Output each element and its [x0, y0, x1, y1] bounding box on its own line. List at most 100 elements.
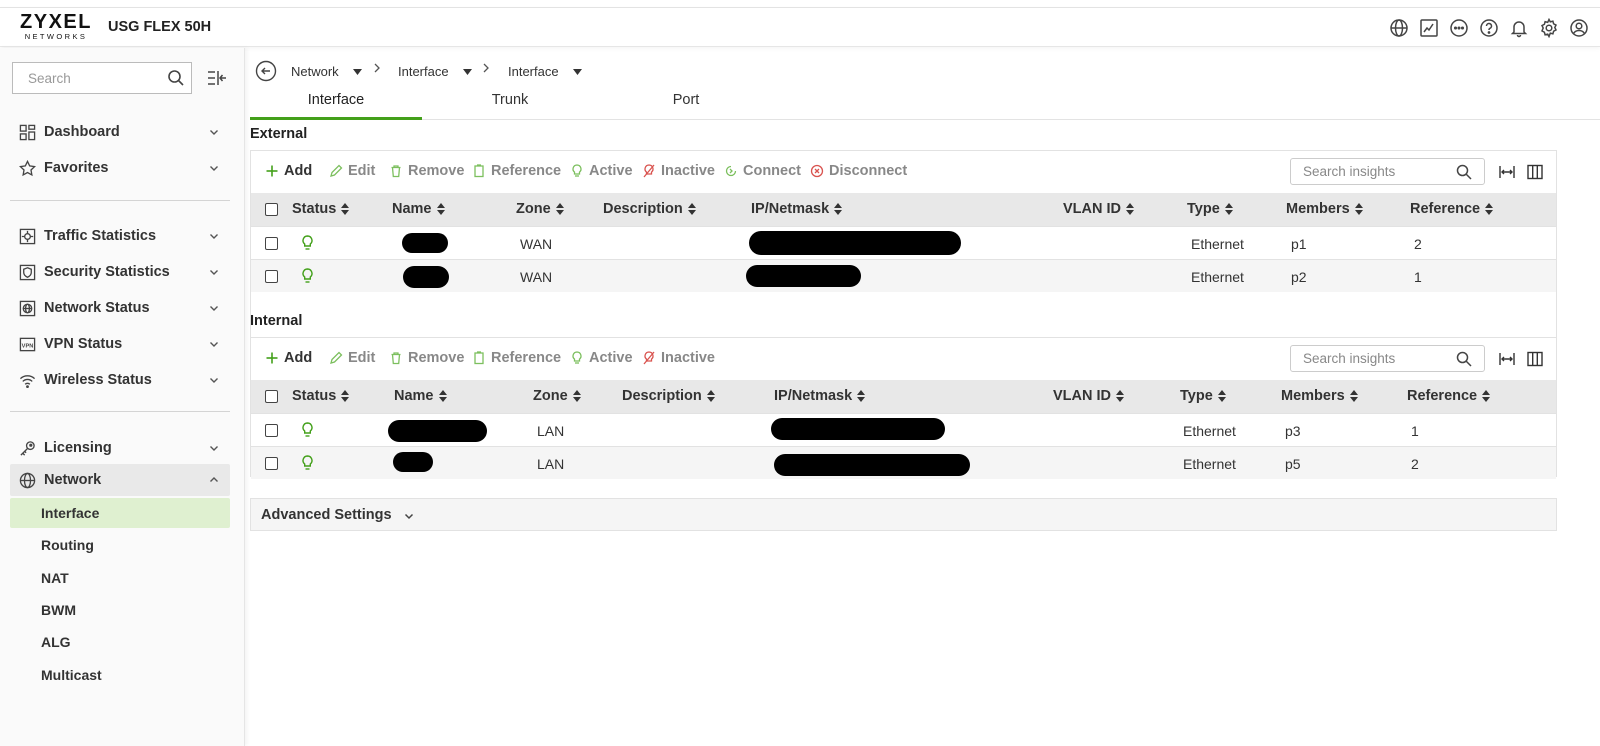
sidebar-subitem-multicast[interactable]: Multicast: [10, 660, 230, 690]
column-header-type[interactable]: Type: [1180, 388, 1226, 404]
remove-button[interactable]: Remove: [389, 163, 464, 179]
status-active-icon: [302, 422, 313, 437]
active-button[interactable]: Active: [570, 350, 633, 366]
table-row[interactable]: WAN Ethernet p1 2: [251, 226, 1556, 259]
sidebar-item-wireless-status[interactable]: Wireless Status: [10, 363, 230, 397]
column-header-zone[interactable]: Zone: [533, 388, 581, 404]
edit-button[interactable]: Edit: [329, 350, 375, 366]
select-all-checkbox[interactable]: [265, 390, 278, 403]
gear-icon[interactable]: [1538, 17, 1560, 39]
sidebar-item-security-statistics[interactable]: Security Statistics: [10, 255, 230, 289]
breadcrumb-interface-current[interactable]: Interface: [508, 64, 582, 79]
reference-button[interactable]: Reference: [472, 350, 561, 366]
redacted-ip: [746, 265, 861, 287]
row-checkbox[interactable]: [265, 457, 278, 470]
column-header-members[interactable]: Members: [1286, 201, 1363, 217]
search-insights-input[interactable]: [1291, 159, 1441, 184]
trash-icon: [389, 164, 403, 178]
row-checkbox[interactable]: [265, 237, 278, 250]
sidebar-subitem-alg[interactable]: ALG: [10, 627, 230, 657]
help-icon[interactable]: [1478, 17, 1500, 39]
columns-icon[interactable]: [1526, 163, 1544, 181]
inactive-button[interactable]: Inactive: [642, 350, 715, 366]
sidebar-item-dashboard[interactable]: Dashboard: [10, 115, 230, 149]
column-header-description[interactable]: Description: [603, 201, 696, 217]
disconnect-icon: [810, 164, 824, 178]
column-header-status[interactable]: Status: [292, 201, 350, 217]
more-icon[interactable]: [1448, 17, 1470, 39]
table-row[interactable]: LAN Ethernet p3 1: [251, 413, 1556, 446]
sidebar-subitem-bwm[interactable]: BWM: [10, 595, 230, 625]
sidebar-item-network[interactable]: Network: [10, 464, 230, 496]
user-icon[interactable]: [1568, 17, 1590, 39]
connect-button[interactable]: Connect: [724, 163, 801, 179]
redacted-ip: [749, 231, 961, 255]
row-checkbox[interactable]: [265, 424, 278, 437]
caret-down-icon: [462, 68, 472, 75]
table-row[interactable]: LAN Ethernet p5 2: [251, 446, 1556, 479]
sidebar-item-network-status[interactable]: Network Status: [10, 291, 230, 325]
active-button[interactable]: Active: [570, 163, 633, 179]
row-checkbox[interactable]: [265, 270, 278, 283]
collapse-sidebar-icon[interactable]: [205, 66, 229, 90]
breadcrumb-interface[interactable]: Interface: [398, 64, 472, 79]
add-button[interactable]: Add: [265, 163, 312, 179]
sidebar-search-input[interactable]: [13, 63, 153, 93]
add-button[interactable]: Add: [265, 350, 312, 366]
terminal-icon[interactable]: [1418, 17, 1440, 39]
column-header-ip-netmask[interactable]: IP/Netmask: [751, 201, 843, 217]
sort-icon: [438, 390, 447, 402]
column-header-name[interactable]: Name: [392, 201, 445, 217]
table-row[interactable]: WAN Ethernet p2 1: [251, 259, 1556, 292]
column-header-type[interactable]: Type: [1187, 201, 1233, 217]
column-header-reference[interactable]: Reference: [1410, 201, 1494, 217]
sidebar-item-vpn-status[interactable]: VPN VPN Status: [10, 327, 230, 361]
sidebar-subitem-routing[interactable]: Routing: [10, 530, 230, 560]
fit-columns-icon[interactable]: [1498, 163, 1516, 181]
sidebar-item-label: VPN Status: [44, 336, 123, 352]
breadcrumb-network[interactable]: Network: [291, 64, 362, 79]
edit-button[interactable]: Edit: [329, 163, 375, 179]
column-header-name[interactable]: Name: [394, 388, 447, 404]
tab-interface[interactable]: Interface: [250, 86, 422, 120]
fit-columns-icon[interactable]: [1498, 350, 1516, 368]
column-header-members[interactable]: Members: [1281, 388, 1358, 404]
sidebar-item-traffic-statistics[interactable]: Traffic Statistics: [10, 219, 230, 253]
disconnect-button[interactable]: Disconnect: [810, 163, 907, 179]
column-header-vlan-id[interactable]: VLAN ID: [1053, 388, 1124, 404]
advanced-settings-toggle[interactable]: Advanced Settings: [250, 498, 1557, 531]
sidebar-item-licensing[interactable]: Licensing: [10, 431, 230, 465]
bell-icon[interactable]: [1508, 17, 1530, 39]
breadcrumb-label: Network: [291, 64, 339, 79]
search-icon[interactable]: [1456, 164, 1472, 180]
sidebar-subitem-nat[interactable]: NAT: [10, 563, 230, 593]
reference-button[interactable]: Reference: [472, 163, 561, 179]
sidebar-subitem-interface[interactable]: Interface: [10, 498, 230, 528]
search-insights-input[interactable]: [1291, 346, 1441, 371]
column-header-reference[interactable]: Reference: [1407, 388, 1491, 404]
inactive-label: Inactive: [661, 350, 715, 366]
caret-down-icon: [352, 68, 362, 75]
column-header-ip-netmask[interactable]: IP/Netmask: [774, 388, 866, 404]
remove-button[interactable]: Remove: [389, 350, 464, 366]
top-bar: ZYXEL NETWORKS USG FLEX 50H: [0, 7, 1600, 47]
column-header-description[interactable]: Description: [622, 388, 715, 404]
search-icon[interactable]: [167, 69, 185, 87]
back-icon[interactable]: [255, 60, 277, 82]
columns-icon[interactable]: [1526, 350, 1544, 368]
inactive-button[interactable]: Inactive: [642, 163, 715, 179]
tab-trunk[interactable]: Trunk: [450, 86, 570, 120]
select-all-checkbox[interactable]: [265, 203, 278, 216]
sidebar-item-favorites[interactable]: Favorites: [10, 151, 230, 185]
search-icon[interactable]: [1456, 351, 1472, 367]
globe-icon[interactable]: [1388, 17, 1410, 39]
column-header-zone[interactable]: Zone: [516, 201, 564, 217]
sidebar-item-label: Security Statistics: [44, 264, 170, 280]
column-header-status[interactable]: Status: [292, 388, 350, 404]
sort-icon: [834, 203, 843, 215]
cell-reference: 2: [1411, 456, 1419, 472]
column-header-vlan-id[interactable]: VLAN ID: [1063, 201, 1134, 217]
tab-port[interactable]: Port: [630, 86, 742, 120]
sort-icon: [1126, 203, 1134, 215]
zyxel-logo[interactable]: ZYXEL NETWORKS: [18, 12, 94, 41]
